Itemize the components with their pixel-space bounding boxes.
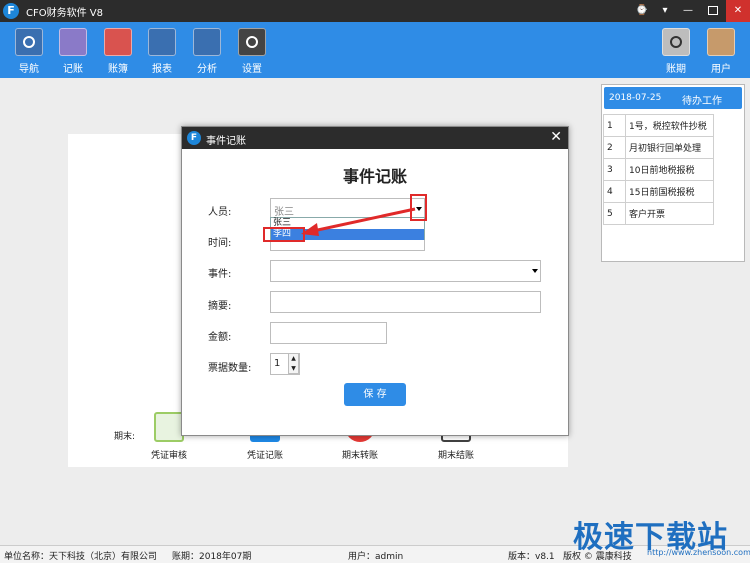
- summary-label: 摘要:: [208, 301, 232, 312]
- status-user: 用户：admin: [348, 552, 404, 562]
- event-record-dialog: F 事件记账 ✕ 事件记账 人员: 张三 时间: 张三 李四 事件: 摘要: 金…: [181, 126, 569, 436]
- chart-icon: [148, 28, 176, 56]
- analysis-icon: [193, 28, 221, 56]
- bills-count-stepper[interactable]: ▲ ▼: [288, 353, 299, 374]
- minimize-button[interactable]: —: [677, 0, 699, 22]
- bills-count-value: 1: [274, 358, 281, 369]
- voucher-audit-label: 凭证审核: [150, 451, 187, 461]
- maximize-icon: [708, 6, 718, 15]
- toolbar-ledger-button[interactable]: 账簿: [98, 28, 138, 75]
- todo-date: 2018-07-25: [609, 93, 662, 103]
- event-select[interactable]: [270, 260, 541, 282]
- table-row[interactable]: 5 客户开票: [603, 202, 714, 225]
- table-row[interactable]: 2 月初银行回单处理: [603, 136, 714, 159]
- watermark-url: http://www.zhensoon.com: [647, 548, 750, 557]
- time-label: 时间:: [208, 238, 232, 249]
- dialog-title: 事件记账: [206, 136, 246, 147]
- gear-icon: [238, 28, 266, 56]
- toolbar-nav-label: 导航: [19, 64, 39, 75]
- toolbar-user-button[interactable]: 用户: [701, 28, 741, 75]
- toolbar-report-label: 报表: [152, 64, 172, 75]
- status-period: 账期：2018年07期: [172, 552, 252, 562]
- toolbar-analysis-button[interactable]: 分析: [187, 28, 227, 75]
- status-version: 版本：v8.1: [508, 552, 555, 562]
- toolbar-analysis-label: 分析: [197, 64, 217, 75]
- toolbar-settings-label: 设置: [242, 64, 262, 75]
- toolbar-user-label: 用户: [711, 64, 731, 75]
- voucher-post-label: 凭证记账: [246, 451, 283, 461]
- compass-icon: [15, 28, 43, 56]
- amount-input[interactable]: [270, 322, 387, 344]
- toolbar-report-button[interactable]: 报表: [142, 28, 182, 75]
- dialog-close-button[interactable]: ✕: [550, 129, 562, 145]
- toolbar-settings-button[interactable]: 设置: [232, 28, 272, 75]
- period-transfer-label: 期末转账: [341, 451, 378, 461]
- stepper-up-icon[interactable]: ▲: [289, 354, 298, 364]
- toolbar-nav-button[interactable]: 导航: [9, 28, 49, 75]
- bills-count-label: 票据数量:: [208, 363, 252, 374]
- toolbar-record-button[interactable]: 记账: [53, 28, 93, 75]
- help-icon[interactable]: ⌚: [631, 0, 653, 22]
- dialog-heading: 事件记账: [342, 167, 407, 186]
- todo-title: 待办工作: [682, 96, 722, 107]
- chevron-down-icon: [532, 269, 538, 273]
- table-row[interactable]: 3 10日前地税报税: [603, 158, 714, 181]
- maximize-button[interactable]: [702, 0, 724, 22]
- person-select-value: 张三: [274, 207, 294, 218]
- title-bar: F CFO财务软件 V8 ⌚ ▾ — ✕: [0, 0, 750, 22]
- ledger-icon: [104, 28, 132, 56]
- summary-input[interactable]: [270, 291, 541, 313]
- table-row[interactable]: 1 1号，税控软件抄税: [603, 114, 714, 137]
- close-button[interactable]: ✕: [726, 0, 750, 22]
- amount-label: 金额:: [208, 332, 232, 343]
- table-row[interactable]: 4 15日前国税报税: [603, 180, 714, 203]
- toolbar-record-label: 记账: [63, 64, 83, 75]
- toolbar-ledger-label: 账簿: [108, 64, 128, 75]
- event-label: 事件:: [208, 269, 232, 280]
- pointer-arrow-icon: [301, 207, 416, 236]
- magnifier-icon: [154, 412, 184, 442]
- todo-panel: 2018-07-25 待办工作 1 1号，税控软件抄税 2 月初银行回单处理 3 10…: [601, 84, 745, 262]
- toolbar-period-button[interactable]: 账期: [656, 28, 696, 75]
- clock-icon: [662, 28, 690, 56]
- toolbar-period-label: 账期: [666, 64, 686, 75]
- todo-table: 1 1号，税控软件抄税 2 月初银行回单处理 3 10日前地税报税 4 15日前国税报税…: [603, 114, 714, 225]
- user-icon: [707, 28, 735, 56]
- menu-icon[interactable]: ▾: [654, 0, 676, 22]
- status-company: 单位名称：天下科技（北京）有限公司: [4, 552, 158, 562]
- app-logo-icon: F: [3, 3, 19, 19]
- pencil-icon: [59, 28, 87, 56]
- stepper-down-icon[interactable]: ▼: [289, 364, 298, 374]
- dialog-title-bar: F 事件记账 ✕: [182, 127, 568, 149]
- period-close-label: 期末结账: [437, 451, 474, 461]
- app-title: CFO财务软件 V8: [26, 8, 103, 19]
- main-toolbar: 导航 记账 账簿 报表 分析 设置 账期 用户: [0, 22, 750, 78]
- save-button[interactable]: 保 存: [344, 383, 406, 406]
- todo-header: 2018-07-25 待办工作: [604, 87, 742, 109]
- person-label: 人员:: [208, 207, 232, 218]
- app-logo-icon: F: [187, 131, 201, 145]
